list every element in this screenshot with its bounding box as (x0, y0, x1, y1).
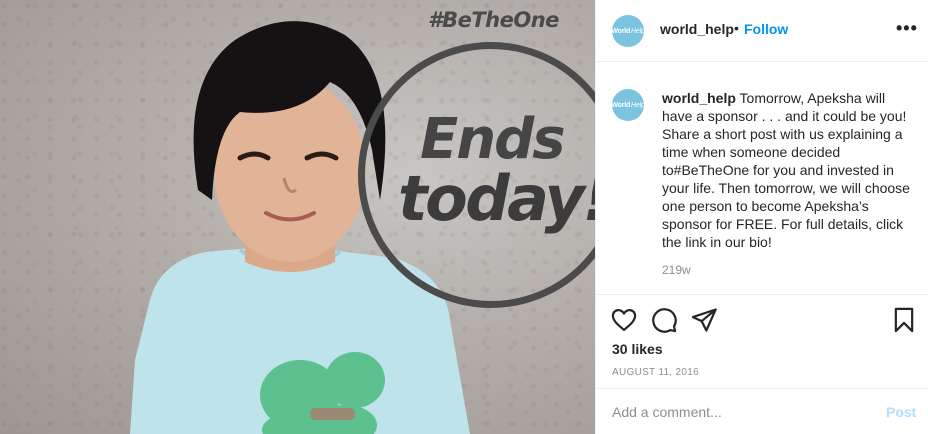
caption-line-2: Share a short post with us explaining a … (662, 126, 910, 250)
add-comment-bar: Post (596, 388, 928, 434)
comment-icon[interactable] (650, 306, 678, 334)
caption-timestamp[interactable]: 219w (662, 261, 912, 279)
headline-line-1: Ends (420, 107, 566, 172)
paper-plane-icon[interactable] (690, 306, 718, 334)
avatar[interactable]: World Help (611, 15, 645, 47)
caption-username[interactable]: world_help (662, 90, 736, 106)
header-username[interactable]: world_help (660, 21, 734, 37)
separator-dot: • (734, 20, 739, 36)
post-comment-button[interactable]: Post (886, 404, 916, 420)
post-panel: World Help world_help • Follow ••• World H… (595, 0, 928, 434)
more-options-icon[interactable]: ••• (896, 18, 918, 39)
post-caption: world_help Tomorrow, Apeksha will have a… (662, 89, 912, 279)
avatar-logo-text: World (611, 27, 631, 35)
caption-avatar[interactable]: World Help (611, 89, 645, 121)
post-image[interactable]: #BeTheOne Ends today! (0, 0, 595, 434)
avatar-logo-text: World (611, 101, 631, 109)
heart-icon[interactable] (610, 306, 638, 334)
likes-count[interactable]: 30 likes (612, 341, 663, 357)
comments-area[interactable]: World Help world_help Tomorrow, Apeksha w… (596, 63, 928, 293)
avatar-logo-text-light: Help (631, 27, 645, 35)
post-actions: 30 likes AUGUST 11, 2016 (596, 294, 928, 388)
avatar-logo-text-light: Help (631, 101, 645, 109)
bookmark-icon[interactable] (890, 306, 918, 334)
comment-input[interactable] (612, 402, 862, 422)
follow-button[interactable]: Follow (744, 21, 788, 37)
headline-line-2: today! (398, 162, 595, 235)
post-date[interactable]: AUGUST 11, 2016 (612, 367, 699, 378)
post-header: World Help world_help • Follow ••• (596, 0, 928, 62)
hashtag-text: #BeTheOne (428, 8, 559, 32)
